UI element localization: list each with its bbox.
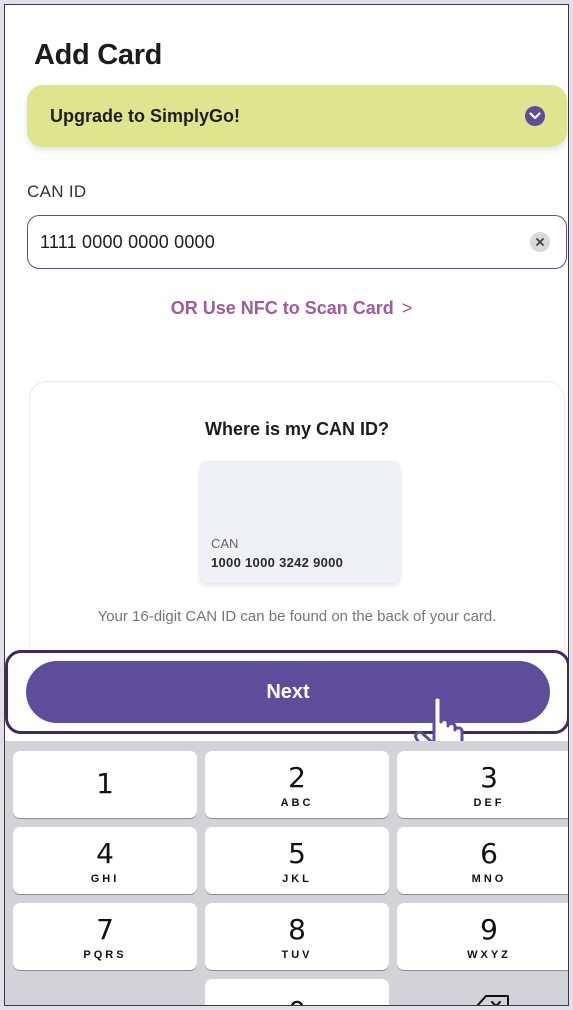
key-letters: GHI (90, 873, 120, 885)
key-letters: MNO (471, 873, 507, 885)
key-9[interactable]: 9 WXYZ (397, 903, 568, 970)
key-digit: 9 (480, 913, 498, 946)
key-letters: ABC (280, 797, 314, 809)
help-description: Your 16-digit CAN ID can be found on the… (97, 608, 497, 625)
key-digit: 7 (96, 913, 114, 946)
nfc-scan-link[interactable]: OR Use NFC to Scan Card > (5, 298, 568, 319)
key-digit: 6 (480, 837, 498, 870)
key-letters: TUV (281, 949, 313, 961)
page-title: Add Card (34, 39, 163, 71)
upgrade-banner-label: Upgrade to SimplyGo! (50, 106, 241, 126)
clear-icon[interactable] (530, 232, 550, 252)
nfc-scan-link-label: OR Use NFC to Scan Card (170, 298, 394, 318)
can-id-label: CAN ID (27, 182, 87, 201)
card-can-label: CAN (211, 536, 239, 551)
backspace-icon[interactable] (475, 994, 511, 1006)
key-0[interactable]: 0 (205, 979, 389, 1005)
app-screen: Add Card Upgrade to SimplyGo! CAN ID 111… (4, 4, 569, 1006)
can-id-help-card: Where is my CAN ID? CAN 1000 1000 3242 9… (29, 381, 565, 671)
key-letters: WXYZ (467, 949, 511, 961)
key-5[interactable]: 5 JKL (205, 827, 389, 894)
key-1[interactable]: 1 (13, 751, 197, 818)
key-digit: 5 (288, 837, 306, 870)
next-button-highlight: Next (5, 650, 568, 734)
key-digit: 3 (480, 761, 498, 794)
numeric-keypad: 1 2 ABC 3 DEF 4 GHI 5 JKL 6 MNO 7 PQRS 8… (5, 741, 568, 1006)
can-id-input[interactable]: 1111 0000 0000 0000 (27, 215, 567, 269)
card-back-illustration: CAN 1000 1000 3242 9000 (200, 461, 400, 583)
upgrade-banner[interactable]: Upgrade to SimplyGo! (27, 85, 567, 147)
key-2[interactable]: 2 ABC (205, 751, 389, 818)
key-letters: JKL (282, 873, 312, 885)
key-3[interactable]: 3 DEF (397, 751, 568, 818)
key-digit: 8 (288, 913, 306, 946)
key-7[interactable]: 7 PQRS (13, 903, 197, 970)
key-8[interactable]: 8 TUV (205, 903, 389, 970)
key-digit: 0 (205, 995, 389, 1005)
key-letters: DEF (473, 797, 505, 809)
can-id-value[interactable]: 1111 0000 0000 0000 (40, 232, 215, 253)
key-digit: 2 (288, 761, 306, 794)
key-digit: 1 (96, 767, 114, 800)
key-letters: PQRS (83, 949, 127, 961)
chevron-right-icon: > (401, 298, 413, 318)
key-4[interactable]: 4 GHI (13, 827, 197, 894)
key-6[interactable]: 6 MNO (397, 827, 568, 894)
card-can-number: 1000 1000 3242 9000 (211, 555, 344, 570)
help-title: Where is my CAN ID? (204, 419, 390, 439)
key-digit: 4 (96, 837, 114, 870)
chevron-down-circle-icon[interactable] (525, 106, 545, 126)
